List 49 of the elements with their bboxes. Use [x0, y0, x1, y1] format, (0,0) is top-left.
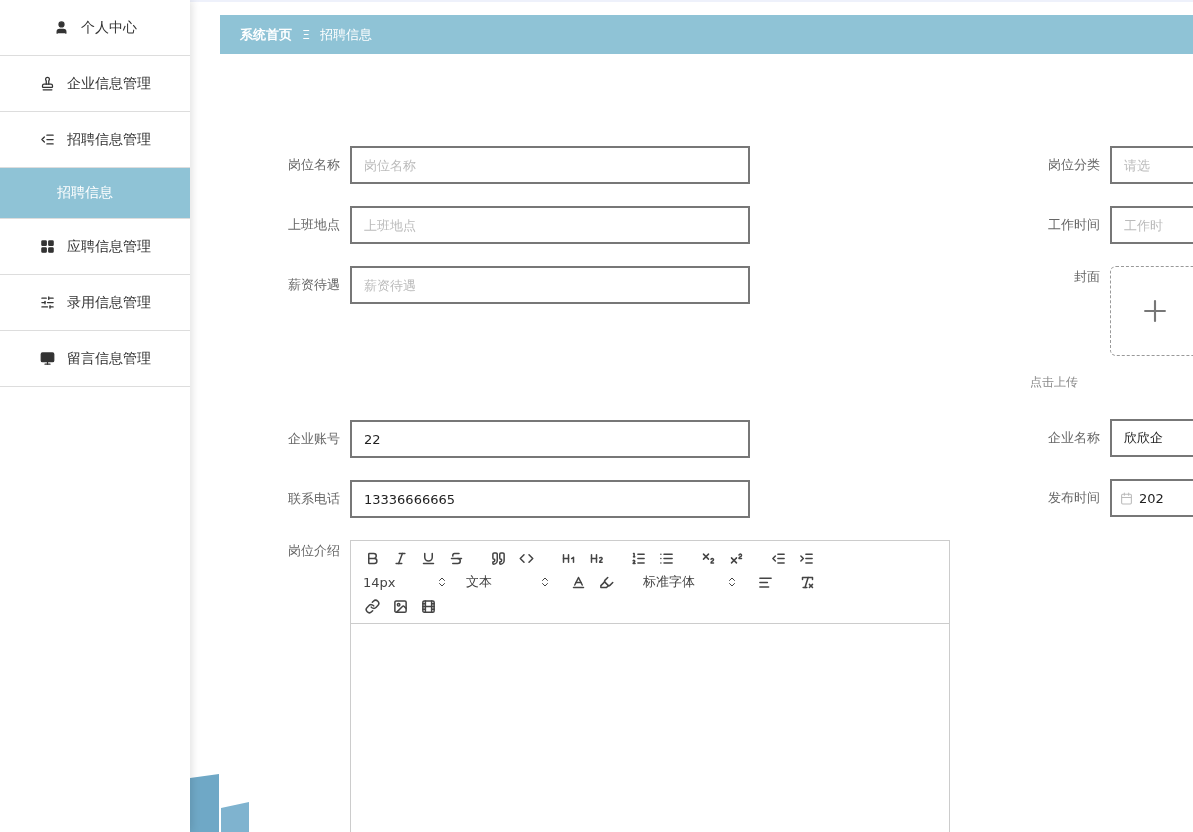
sidebar-item[interactable]: 应聘信息管理: [0, 219, 190, 275]
calendar-icon: [1120, 491, 1133, 505]
sliders-icon: [39, 295, 55, 310]
bar-shapes-drawing: [190, 774, 250, 832]
dropdown-picker[interactable]: 14px: [363, 574, 448, 590]
sidebar-item[interactable]: 招聘信息管理: [0, 112, 190, 168]
input-field[interactable]: 岗位名称: [350, 146, 750, 184]
input-field[interactable]: 上班地点: [350, 206, 750, 244]
field-label: 上班地点: [287, 216, 340, 234]
stamp-icon: [39, 76, 55, 91]
breadcrumb-separator: Ξ: [302, 27, 311, 42]
user-icon: [53, 20, 69, 35]
input-field[interactable]: 请选: [1110, 146, 1193, 184]
dropdown-picker[interactable]: 标准字体: [643, 573, 738, 591]
date-field[interactable]: 202: [1110, 479, 1193, 517]
input-field[interactable]: 工作时: [1110, 206, 1193, 244]
field-label: 岗位分类: [1047, 156, 1100, 174]
list-icon: [39, 132, 55, 147]
upload-box[interactable]: [1110, 266, 1193, 356]
sidebar-item[interactable]: 留言信息管理: [0, 331, 190, 387]
rich-text-editor[interactable]: 14px 文本 标准字体: [350, 540, 950, 832]
dropdown-picker[interactable]: 文本: [466, 573, 551, 591]
input-field[interactable]: 欣欣企: [1110, 419, 1193, 457]
input-field[interactable]: 22: [350, 420, 750, 458]
upload-hint: 点击上传: [1030, 374, 1078, 391]
image-icon[interactable]: [391, 597, 409, 615]
grid-icon: [39, 239, 55, 254]
field-label: 企业账号: [287, 430, 340, 448]
field-label: 联系电话: [287, 490, 340, 508]
link-icon[interactable]: [363, 597, 381, 615]
field-label: 薪资待遇: [287, 276, 340, 294]
up-down-caret-icon: [436, 576, 448, 588]
sidebar-item[interactable]: 录用信息管理: [0, 275, 190, 331]
up-down-caret-icon: [539, 576, 551, 588]
field-label: 工作时间: [1047, 216, 1100, 234]
field-label: 发布时间: [1047, 489, 1100, 507]
breadcrumb-current: 招聘信息: [320, 25, 373, 44]
field-label: 封面: [1073, 268, 1100, 286]
field-label: 岗位介绍: [287, 542, 340, 560]
input-field[interactable]: 薪资待遇: [350, 266, 750, 304]
input-field[interactable]: 13336666665: [350, 480, 750, 518]
video-icon[interactable]: [419, 597, 437, 615]
field-label: 岗位名称: [287, 156, 340, 174]
monitor-icon: [39, 351, 55, 366]
sidebar-item[interactable]: 个人中心: [0, 0, 190, 56]
field-label: 企业名称: [1047, 429, 1100, 447]
sidebar-item[interactable]: 企业信息管理: [0, 56, 190, 112]
up-down-caret-icon: [726, 576, 738, 588]
quote-icon[interactable]: [489, 549, 507, 567]
